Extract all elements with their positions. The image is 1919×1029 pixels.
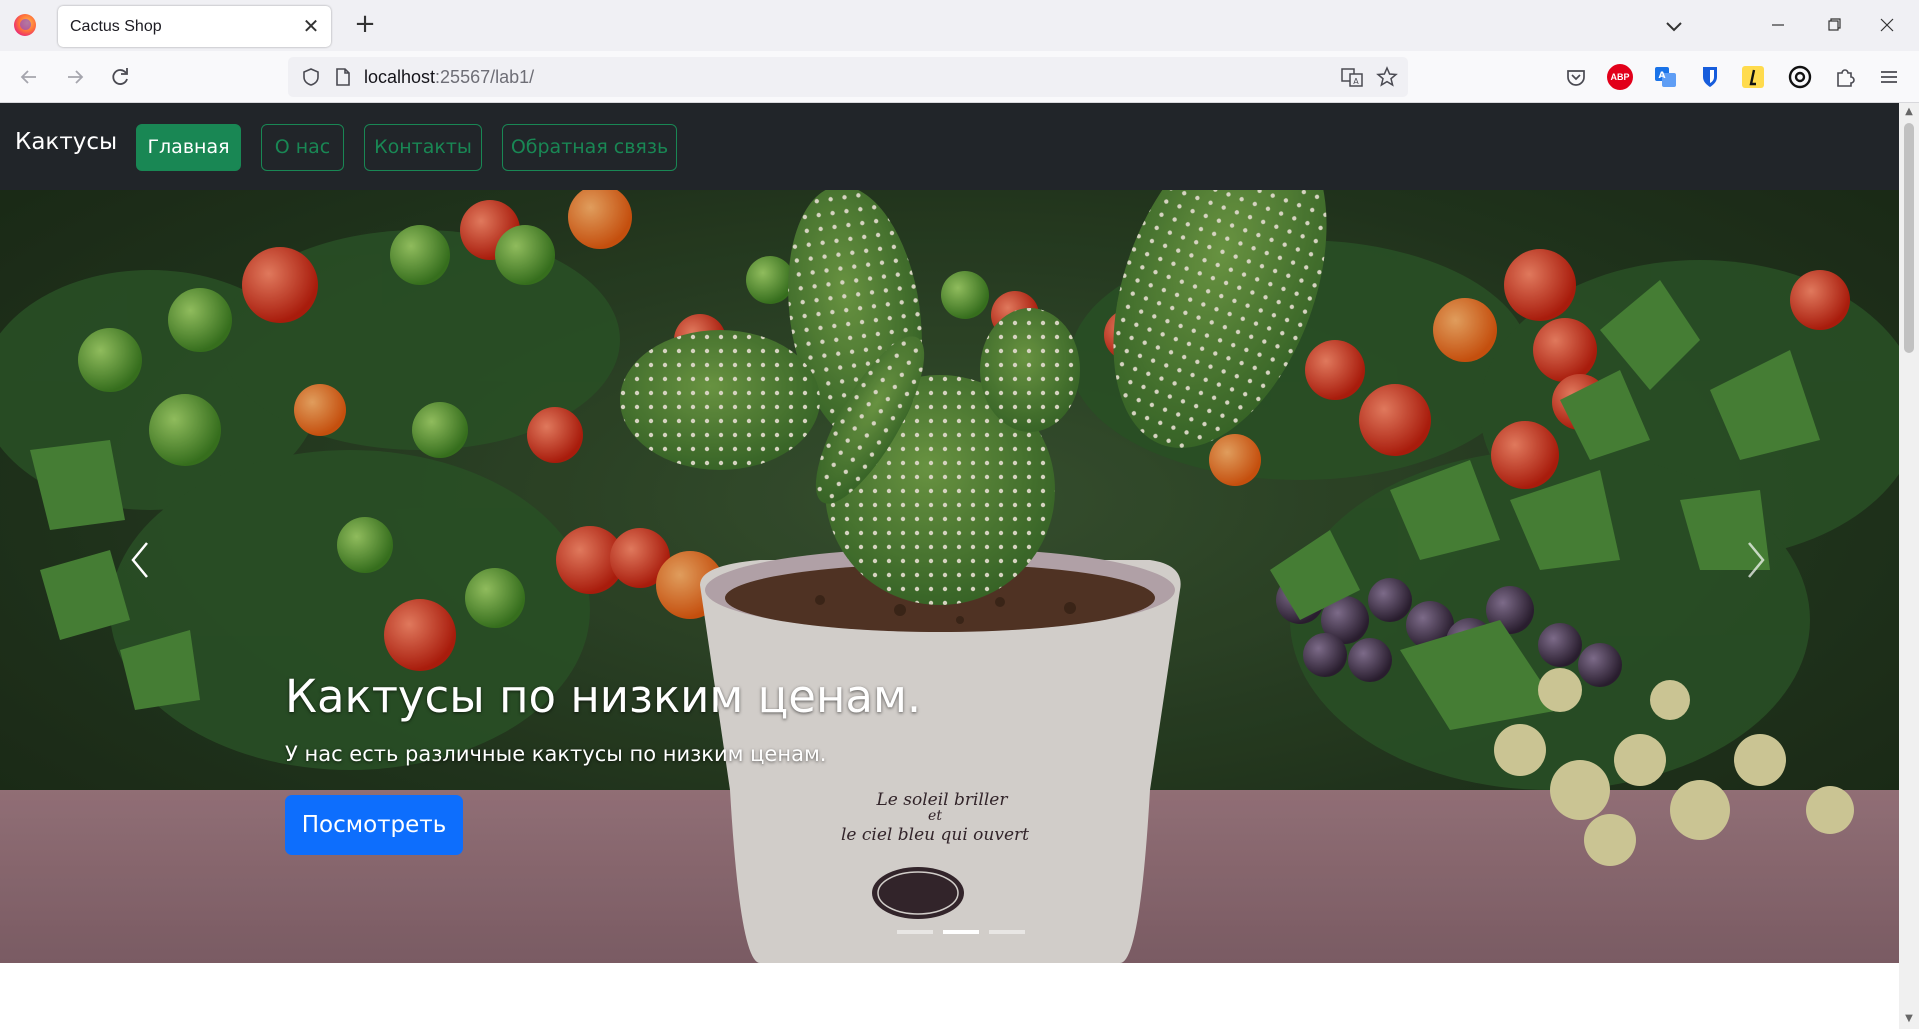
firefox-logo-icon bbox=[14, 14, 36, 36]
forward-icon[interactable] bbox=[62, 64, 88, 90]
site-brand[interactable]: Кактусы bbox=[15, 129, 117, 155]
url-path: :25567/lab1/ bbox=[435, 67, 535, 87]
chevron-down-icon[interactable] bbox=[1660, 12, 1688, 40]
adblock-label: ABP bbox=[1610, 72, 1630, 82]
nav-home-button[interactable]: Главная bbox=[136, 124, 241, 171]
carousel-prev-icon[interactable] bbox=[121, 535, 161, 585]
view-button[interactable]: Посмотреть bbox=[285, 795, 463, 855]
carousel-indicator[interactable] bbox=[897, 930, 933, 934]
nav-contacts-button[interactable]: Контакты bbox=[364, 124, 482, 171]
tab-title: Cactus Shop bbox=[70, 18, 162, 35]
profile-extension-icon[interactable] bbox=[1787, 64, 1813, 90]
menu-hamburger-icon[interactable] bbox=[1876, 64, 1902, 90]
extensions-puzzle-icon[interactable] bbox=[1832, 64, 1858, 90]
svg-text:A: A bbox=[1353, 77, 1359, 86]
pocket-icon[interactable] bbox=[1563, 64, 1589, 90]
page-icon[interactable] bbox=[332, 66, 354, 88]
nav-about-button[interactable]: О нас bbox=[261, 124, 344, 171]
shield-icon[interactable] bbox=[300, 66, 322, 88]
browser-toolbar: localhost:25567/lab1/ A ABP A bbox=[0, 51, 1919, 103]
restore-icon[interactable] bbox=[1814, 10, 1854, 40]
hero-carousel: Le soleil briller et le ciel bleu qui ou… bbox=[0, 190, 1899, 963]
minimize-icon[interactable] bbox=[1758, 10, 1798, 40]
address-bar[interactable]: localhost:25567/lab1/ A bbox=[288, 57, 1408, 97]
translator-extension-icon[interactable]: A bbox=[1652, 64, 1678, 90]
browser-tab[interactable]: Cactus Shop ✕ bbox=[58, 6, 331, 47]
yellow-extension-icon[interactable] bbox=[1740, 64, 1766, 90]
carousel-indicator[interactable] bbox=[989, 930, 1025, 934]
carousel-caption-title: Кактусы по низким ценам. bbox=[285, 670, 922, 723]
scroll-down-icon[interactable]: ▼ bbox=[1903, 1013, 1915, 1024]
svg-text:A: A bbox=[1659, 71, 1666, 81]
site-navbar: Кактусы Главная О нас Контакты Обратная … bbox=[0, 103, 1899, 190]
new-tab-icon[interactable]: + bbox=[350, 9, 380, 39]
bookmark-star-icon[interactable] bbox=[1375, 65, 1399, 89]
translate-icon[interactable]: A bbox=[1340, 66, 1364, 88]
carousel-next-icon[interactable] bbox=[1735, 535, 1775, 585]
scrollbar-thumb[interactable] bbox=[1904, 123, 1914, 353]
adblock-icon[interactable]: ABP bbox=[1607, 64, 1633, 90]
nav-feedback-button[interactable]: Обратная связь bbox=[502, 124, 677, 171]
url-text[interactable]: localhost:25567/lab1/ bbox=[364, 67, 534, 88]
scroll-up-icon[interactable]: ▲ bbox=[1903, 106, 1915, 117]
web-page: Кактусы Главная О нас Контакты Обратная … bbox=[0, 103, 1899, 1029]
bitwarden-icon[interactable] bbox=[1697, 64, 1723, 90]
carousel-caption-text: У нас есть различные кактусы по низким ц… bbox=[285, 742, 827, 766]
page-scrollbar[interactable]: ▲ ▼ bbox=[1899, 103, 1919, 1029]
back-icon[interactable] bbox=[16, 64, 42, 90]
url-host: localhost bbox=[364, 67, 436, 87]
carousel-indicator-active[interactable] bbox=[943, 930, 979, 934]
reload-icon[interactable] bbox=[107, 64, 133, 90]
close-window-icon[interactable] bbox=[1867, 10, 1907, 40]
browser-tab-bar: Cactus Shop ✕ + bbox=[0, 0, 1919, 51]
close-tab-icon[interactable]: ✕ bbox=[299, 14, 323, 38]
